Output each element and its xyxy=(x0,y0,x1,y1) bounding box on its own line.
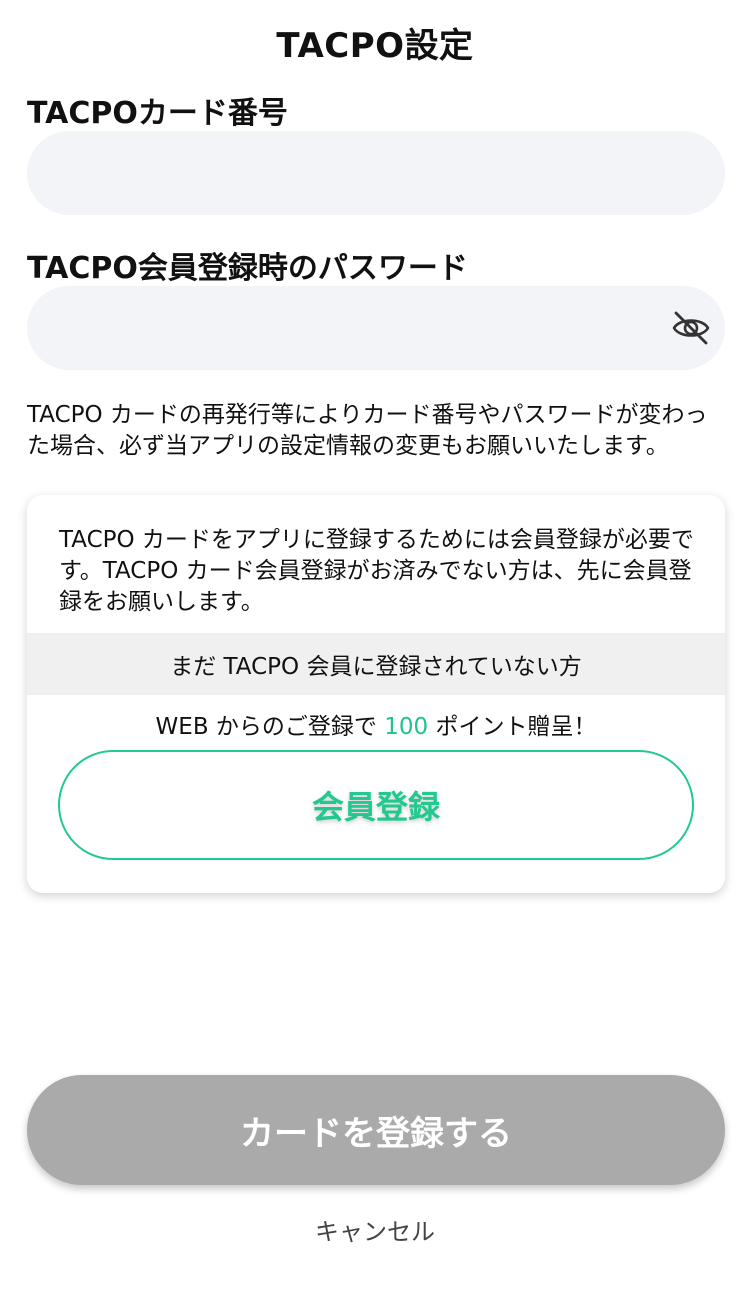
bonus-line: WEB からのご登録で 100 ポイント贈呈！ xyxy=(27,707,725,741)
card-number-input[interactable] xyxy=(27,131,725,215)
password-visibility-toggle[interactable] xyxy=(664,303,718,353)
membership-info-card: TACPO カードをアプリに登録するためには会員登録が必要です。TACPO カー… xyxy=(27,495,725,893)
page-title: TACPO設定 xyxy=(276,26,474,66)
membership-info-text: TACPO カードをアプリに登録するためには会員登録が必要です。TACPO カー… xyxy=(59,527,694,615)
bonus-points: 100 xyxy=(384,714,429,740)
bonus-suffix: ポイント贈呈！ xyxy=(428,714,597,740)
register-card-button[interactable]: カードを登録する xyxy=(27,1075,725,1185)
update-notice: TACPO カードの再発行等によりカード番号やパスワードが変わった場合、必ず当ア… xyxy=(27,402,708,459)
password-input[interactable] xyxy=(27,286,725,370)
card-number-label: TACPOカード番号 xyxy=(27,96,288,131)
eye-off-icon xyxy=(672,311,710,345)
password-label: TACPO会員登録時のパスワード xyxy=(27,251,468,286)
not-member-banner: まだ TACPO 会員に登録されていない方 xyxy=(27,633,725,695)
cancel-button[interactable]: キャンセル xyxy=(0,1212,750,1247)
bonus-prefix: WEB からのご登録で xyxy=(155,714,385,740)
member-registration-button[interactable]: 会員登録 xyxy=(58,750,694,860)
